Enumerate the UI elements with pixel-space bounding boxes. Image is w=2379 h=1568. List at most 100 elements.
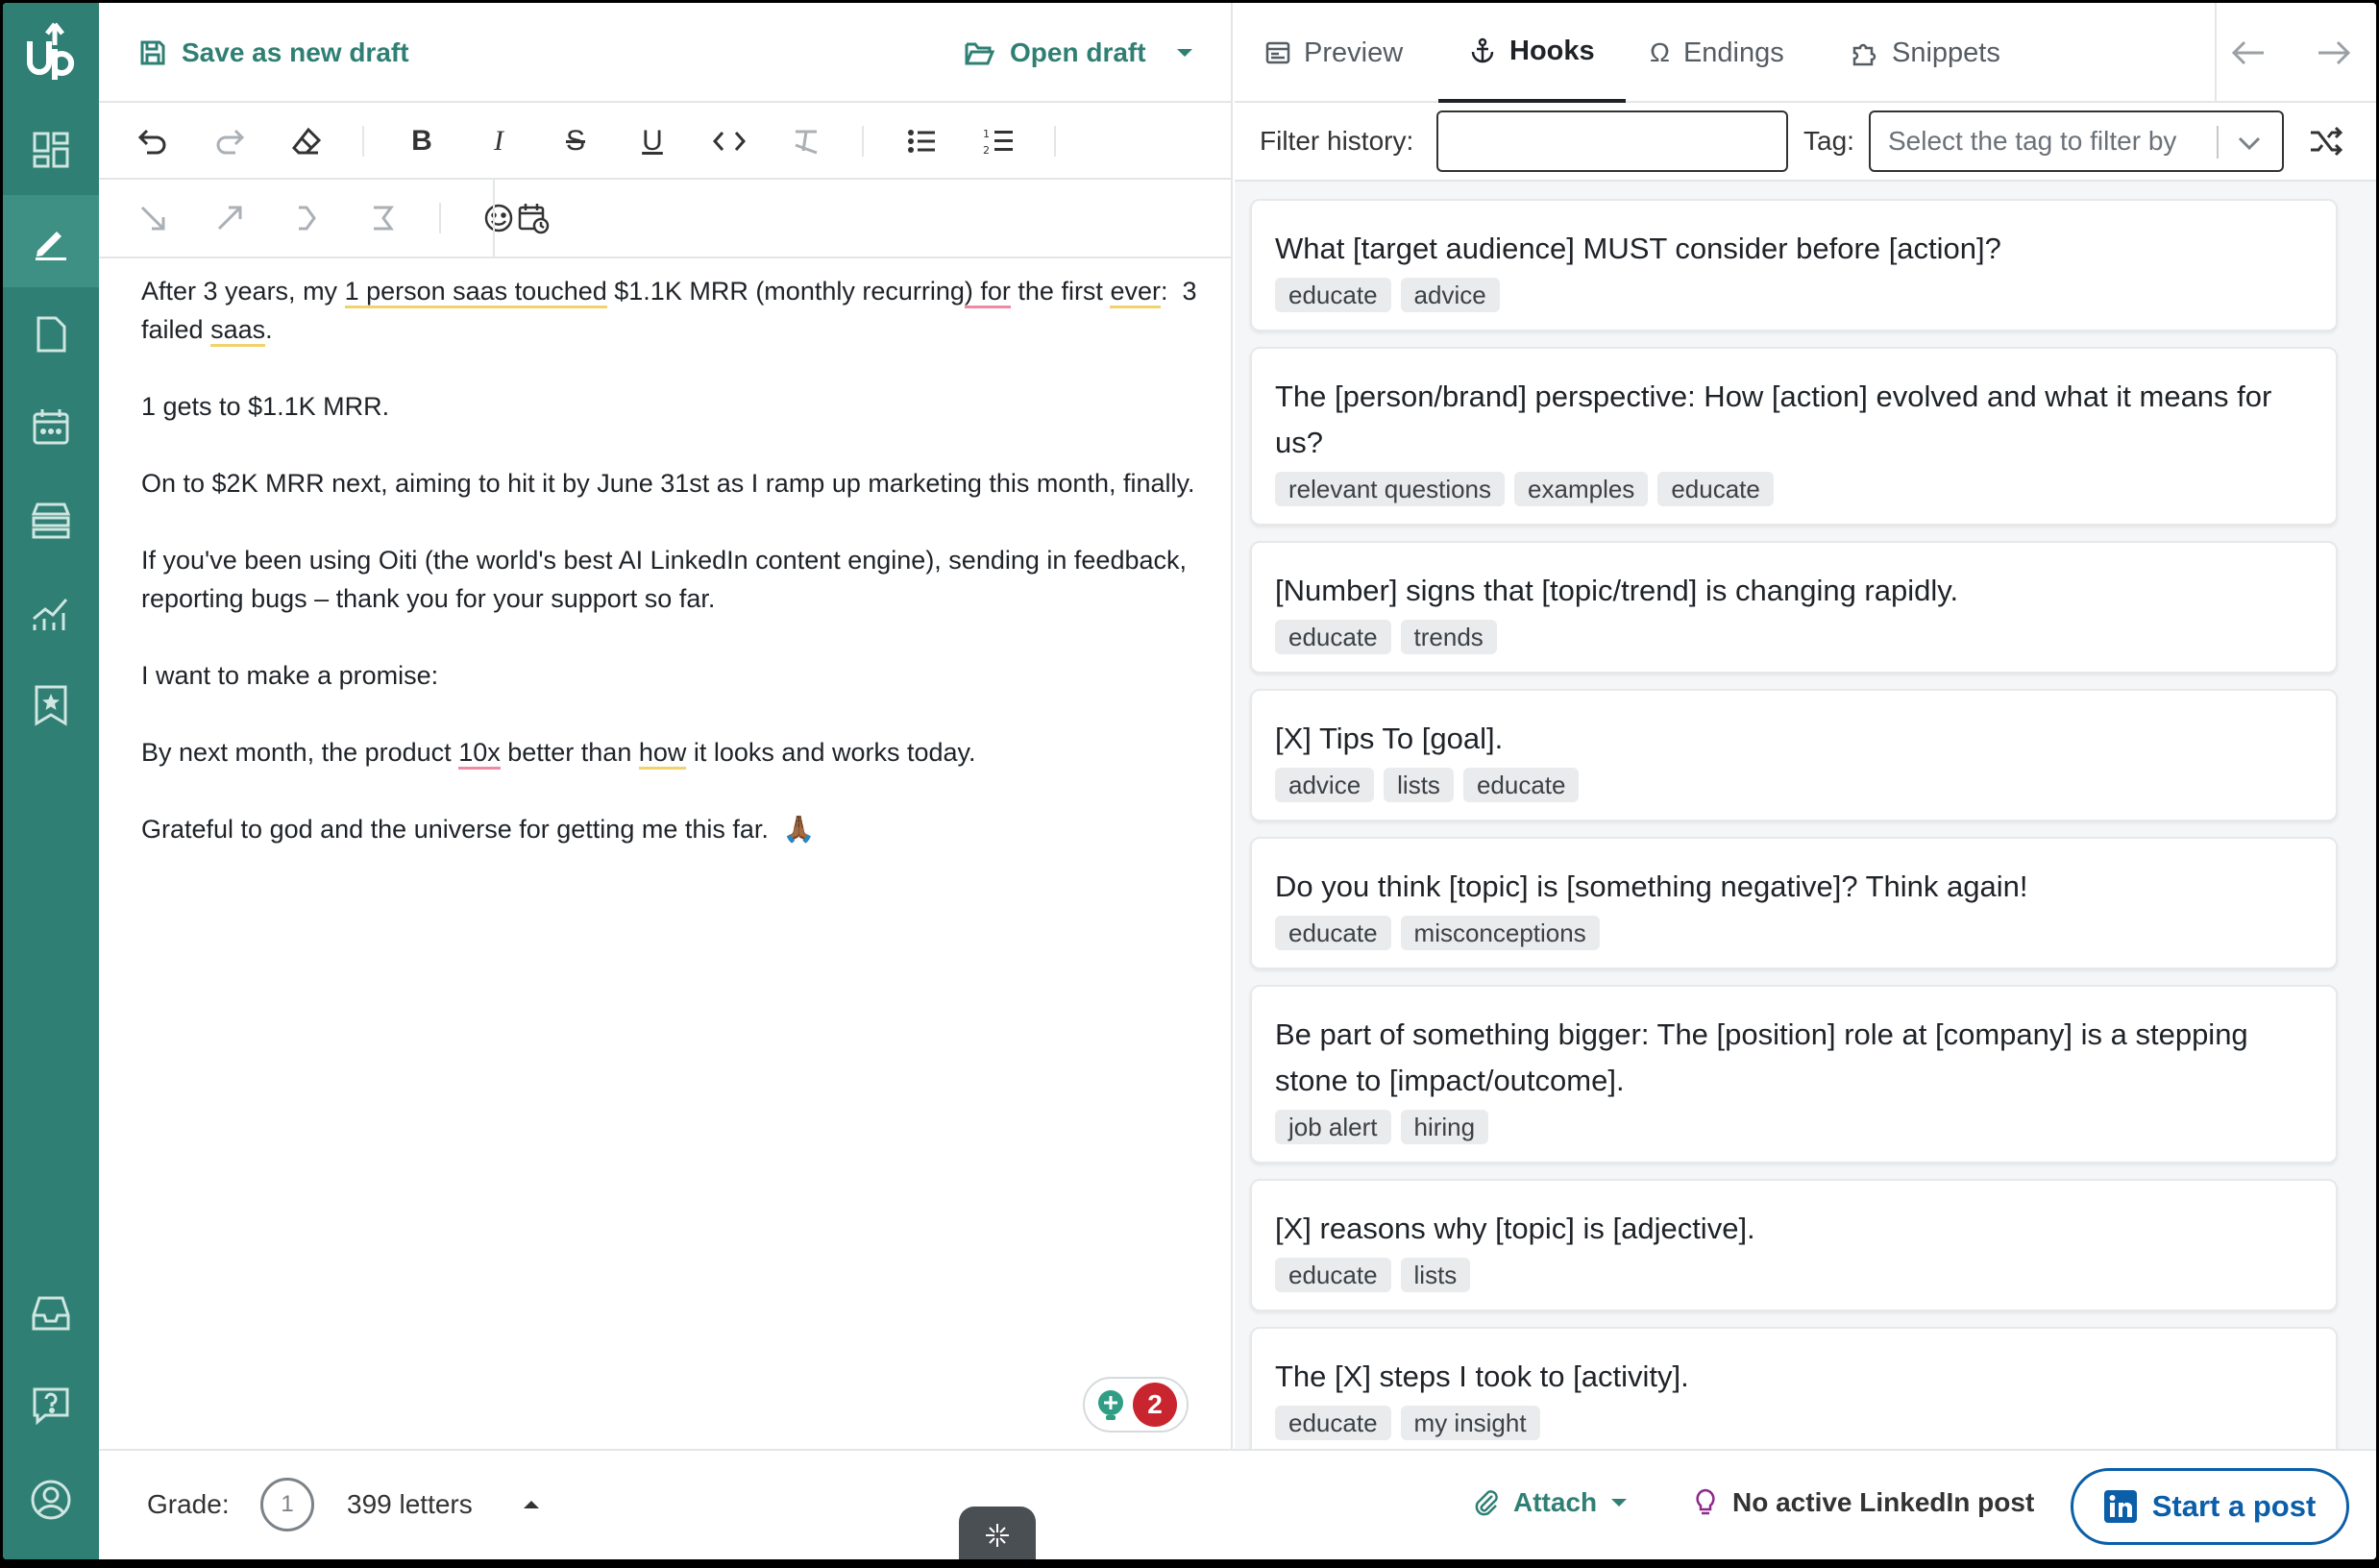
attach-button[interactable]: Attach	[1473, 1487, 1628, 1518]
numbered-list-icon: 12	[983, 128, 1013, 157]
user-icon	[31, 1480, 71, 1520]
italic-button[interactable]: I	[478, 120, 520, 162]
strikethrough-icon: S	[565, 125, 585, 157]
indent-button-3[interactable]	[285, 197, 328, 239]
start-post-button[interactable]: Start a post	[2071, 1468, 2349, 1545]
tab-snippets[interactable]: Snippets	[1852, 3, 2000, 103]
hook-card[interactable]: The [person/brand] perspective: How [act…	[1250, 347, 2338, 526]
code-button[interactable]	[708, 120, 750, 162]
sidebar-item-inbox[interactable]	[3, 1267, 99, 1360]
select-divider	[2217, 126, 2219, 159]
document-icon	[37, 316, 66, 353]
hook-card[interactable]: Be part of something bigger: The [positi…	[1250, 985, 2338, 1164]
shuffle-icon[interactable]	[2309, 126, 2343, 157]
hook-tag: educate	[1275, 278, 1391, 312]
bullet-list-button[interactable]	[900, 120, 943, 162]
sidebar-item-help[interactable]	[3, 1360, 99, 1452]
hook-card[interactable]: The [X] steps I took to [activity]. educ…	[1250, 1327, 2338, 1459]
logo[interactable]	[3, 3, 99, 99]
tab-hooks[interactable]: Hooks	[1438, 3, 1626, 103]
caret-up-icon[interactable]	[522, 1499, 541, 1510]
bracket-icon	[374, 206, 394, 231]
indent-button-2[interactable]	[208, 197, 251, 239]
letter-count: 399 letters	[347, 1489, 473, 1519]
save-draft-button[interactable]: Save as new draft	[139, 37, 409, 68]
strikethrough-button[interactable]: S	[554, 120, 597, 162]
italic-icon: I	[494, 125, 503, 157]
lightbulb-icon	[1696, 1488, 1715, 1515]
sidebar-item-drafts[interactable]	[3, 288, 99, 380]
hook-card[interactable]: [X] reasons why [topic] is [adjective]. …	[1250, 1179, 2338, 1311]
puzzle-icon	[1852, 43, 1876, 66]
hook-tag: advice	[1400, 278, 1500, 312]
numbered-list-button[interactable]: 12	[977, 120, 1019, 162]
hook-card[interactable]: [X] Tips To [goal]. advice lists educate	[1250, 689, 2338, 821]
drawer-handle[interactable]	[959, 1507, 1036, 1559]
hook-tags: advice lists educate	[1275, 768, 2313, 802]
undo-icon	[137, 129, 166, 155]
bold-button[interactable]: B	[401, 120, 443, 162]
caret-down-icon	[1176, 49, 1192, 57]
eraser-button[interactable]	[285, 120, 328, 162]
sidebar-item-calendar[interactable]	[3, 380, 99, 473]
tab-preview[interactable]: Preview	[1265, 3, 1403, 103]
hook-card[interactable]: What [target audience] MUST consider bef…	[1250, 199, 2338, 331]
hook-tag: educate	[1275, 1258, 1391, 1292]
redo-button[interactable]	[208, 120, 251, 162]
underline-button[interactable]: U	[631, 120, 674, 162]
inbox-icon	[32, 1296, 70, 1331]
filter-history-label: Filter history:	[1260, 126, 1414, 156]
paperclip-icon	[1475, 1490, 1498, 1516]
tab-endings[interactable]: Ω Endings	[1650, 3, 1784, 103]
save-icon	[140, 40, 165, 65]
svg-text:2: 2	[983, 144, 990, 157]
toolbar-separator	[1054, 126, 1056, 157]
hook-tag: relevant questions	[1275, 472, 1506, 506]
bold-icon: B	[411, 125, 432, 157]
hook-text: Do you think [topic] is [something negat…	[1275, 870, 2028, 903]
arrow-right-icon[interactable]	[2317, 38, 2351, 67]
clear-format-button[interactable]	[785, 120, 827, 162]
post-paragraph-1: After 3 years, my 1 person saas touched …	[141, 272, 1208, 349]
toolbar-separator	[862, 126, 864, 157]
sidebar-item-dashboard[interactable]	[3, 104, 99, 196]
undo-button[interactable]	[132, 120, 174, 162]
hook-tag: educate	[1275, 916, 1391, 950]
bookmark-star-icon	[35, 685, 67, 726]
hook-list: What [target audience] MUST consider bef…	[1250, 199, 2338, 1475]
open-draft-button[interactable]: Open draft	[964, 37, 1194, 68]
folder-open-icon	[965, 42, 994, 65]
emoji-icon	[484, 204, 513, 233]
history-nav	[2205, 3, 2376, 103]
grammar-assistant-icon	[1098, 1390, 1123, 1420]
hook-card[interactable]: [Number] signs that [topic/trend] is cha…	[1250, 541, 2338, 674]
schedule-button[interactable]	[512, 197, 554, 239]
editor-pane: Save as new draft Open draft B I S U 12	[99, 3, 1233, 1449]
indent-button-4[interactable]	[362, 197, 405, 239]
sidebar-item-analytics[interactable]	[3, 567, 99, 659]
tag-filter-select[interactable]: Select the tag to filter by	[1869, 110, 2284, 172]
linkedin-status-label: No active LinkedIn post	[1732, 1487, 2035, 1517]
post-text-editor[interactable]: After 3 years, my 1 person saas touched …	[141, 272, 1208, 887]
post-paragraph-3: On to $2K MRR next, aiming to hit it by …	[141, 469, 1195, 498]
chevron-right-icon	[299, 206, 316, 231]
arrow-left-icon[interactable]	[2231, 38, 2266, 67]
sidebar-item-write[interactable]	[3, 195, 99, 287]
hook-card[interactable]: Do you think [topic] is [something negat…	[1250, 837, 2338, 969]
hook-tag: educate	[1657, 472, 1774, 506]
grammar-checker-button[interactable]: 2	[1083, 1377, 1189, 1433]
hook-text: The [X] steps I took to [activity].	[1275, 1360, 1689, 1393]
sidebar-item-library[interactable]	[3, 474, 99, 566]
caret-down-icon	[1611, 1499, 1628, 1507]
sidebar-item-account[interactable]	[3, 1454, 99, 1546]
grade-badge[interactable]: 1	[260, 1478, 314, 1531]
sidebar-item-saved[interactable]	[3, 659, 99, 751]
hook-tag: examples	[1514, 472, 1649, 506]
editor-header: Save as new draft Open draft	[99, 3, 1233, 103]
filter-history-input[interactable]	[1436, 110, 1788, 172]
toolbar-separator	[493, 180, 495, 258]
open-draft-label: Open draft	[1010, 37, 1146, 67]
hook-text: Be part of something bigger: The [positi…	[1275, 1017, 2248, 1097]
indent-button-1[interactable]	[132, 197, 174, 239]
attach-label: Attach	[1513, 1487, 1598, 1517]
